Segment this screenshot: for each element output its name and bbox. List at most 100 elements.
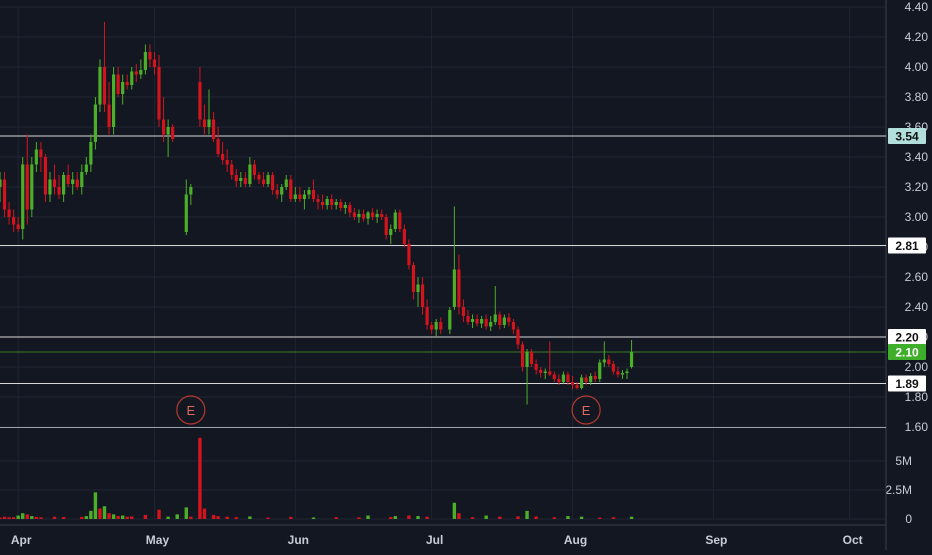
candle-body bbox=[57, 187, 61, 195]
candle-body bbox=[130, 71, 134, 85]
volume-bar bbox=[498, 516, 502, 519]
volume-bar bbox=[470, 517, 475, 519]
price-tick-label: 1.60 bbox=[905, 420, 929, 434]
volume-bar bbox=[52, 516, 57, 519]
candle-body bbox=[589, 376, 593, 382]
candle-body bbox=[161, 119, 166, 135]
candle-body bbox=[330, 199, 334, 205]
candle-body bbox=[480, 319, 484, 324]
volume-bar bbox=[534, 516, 538, 519]
volume-bar bbox=[311, 517, 316, 519]
price-tick-label: 1.80 bbox=[905, 390, 929, 404]
candle-body bbox=[207, 119, 211, 127]
candle-body bbox=[307, 190, 311, 195]
candle-body bbox=[30, 164, 34, 210]
candle-body bbox=[25, 164, 29, 210]
volume-bar bbox=[130, 516, 134, 519]
candle-body bbox=[39, 149, 43, 157]
volume-bar bbox=[157, 509, 161, 519]
candle-body bbox=[248, 164, 252, 184]
chart-canvas[interactable]: 4.404.204.003.803.603.403.203.002.802.60… bbox=[0, 0, 932, 550]
candle-body bbox=[280, 187, 284, 195]
candle-body bbox=[239, 178, 243, 181]
candle-body bbox=[430, 325, 434, 330]
candle-body bbox=[616, 371, 620, 375]
volume-bar bbox=[189, 516, 193, 519]
candle-body bbox=[293, 194, 297, 199]
candle-body bbox=[166, 127, 170, 135]
volume-bar bbox=[34, 516, 39, 519]
volume-bar bbox=[80, 516, 84, 519]
candle-body bbox=[498, 314, 502, 325]
candle-body bbox=[516, 329, 520, 345]
volume-bar bbox=[25, 514, 29, 519]
volume-bar bbox=[198, 437, 202, 519]
candle-body bbox=[2, 179, 7, 210]
volume-bar bbox=[457, 513, 461, 519]
stock-chart[interactable]: 4.404.204.003.803.603.403.203.002.802.60… bbox=[0, 0, 932, 550]
candle-body bbox=[102, 67, 107, 105]
candle-body bbox=[389, 229, 393, 235]
candle-body bbox=[71, 179, 75, 184]
candle-body bbox=[348, 205, 352, 213]
month-label: Apr bbox=[11, 533, 32, 547]
candle-body bbox=[98, 67, 102, 105]
candle-body bbox=[121, 82, 125, 94]
candle-body bbox=[66, 175, 70, 184]
volume-bar bbox=[2, 516, 7, 519]
candle-body bbox=[543, 371, 547, 373]
volume-bar bbox=[84, 516, 89, 519]
candle-body bbox=[602, 359, 606, 363]
candle-body bbox=[434, 322, 438, 330]
price-tick-label: 4.40 bbox=[905, 0, 929, 14]
volume-bar bbox=[39, 517, 43, 519]
volume-bar bbox=[120, 515, 125, 519]
candle-body bbox=[75, 179, 79, 187]
candle-body bbox=[448, 310, 452, 330]
volume-bar bbox=[211, 514, 216, 519]
candle-body bbox=[452, 269, 456, 307]
candle-body bbox=[143, 52, 147, 70]
candle-body bbox=[184, 194, 188, 232]
volume-bar bbox=[225, 516, 229, 519]
candle-body bbox=[298, 194, 302, 199]
month-label: Jun bbox=[288, 533, 309, 547]
candle-body bbox=[84, 164, 88, 172]
price-tick-label: 2.00 bbox=[905, 360, 929, 374]
candle-body bbox=[539, 370, 543, 373]
candle-body bbox=[493, 314, 497, 322]
candle-body bbox=[89, 142, 93, 165]
price-tick-label: 3.20 bbox=[905, 180, 929, 194]
volume-bar bbox=[143, 514, 148, 519]
volume-bar bbox=[289, 516, 293, 519]
level-price-label: 3.54 bbox=[895, 130, 919, 144]
earnings-label: E bbox=[582, 403, 591, 418]
candle-body bbox=[107, 104, 111, 127]
volume-bar bbox=[484, 515, 488, 519]
candle-body bbox=[425, 307, 429, 325]
candle-body bbox=[511, 322, 516, 330]
volume-tick-label: 2.5M bbox=[885, 483, 912, 497]
volume-bar bbox=[525, 510, 529, 519]
volume-bar bbox=[566, 516, 570, 519]
level-price-label: 2.20 bbox=[895, 331, 919, 345]
candle-body bbox=[625, 371, 629, 373]
volume-bar bbox=[107, 513, 111, 519]
volume-bar bbox=[234, 517, 238, 519]
candle-body bbox=[316, 199, 320, 202]
price-tick-label: 3.80 bbox=[905, 90, 929, 104]
price-tick-label: 4.00 bbox=[905, 60, 929, 74]
candle-body bbox=[302, 194, 307, 199]
month-label: Jul bbox=[426, 533, 443, 547]
level-price-label: 1.89 bbox=[895, 377, 919, 391]
candle-body bbox=[398, 212, 402, 229]
candle-body bbox=[125, 82, 129, 85]
candle-body bbox=[357, 214, 361, 217]
volume-bar bbox=[552, 517, 557, 519]
candle-body bbox=[607, 359, 611, 364]
candle-body bbox=[620, 373, 625, 375]
price-tick-label: 4.20 bbox=[905, 30, 929, 44]
candle-body bbox=[334, 202, 338, 205]
candle-body bbox=[416, 284, 420, 292]
price-tick-label: 2.40 bbox=[905, 300, 929, 314]
